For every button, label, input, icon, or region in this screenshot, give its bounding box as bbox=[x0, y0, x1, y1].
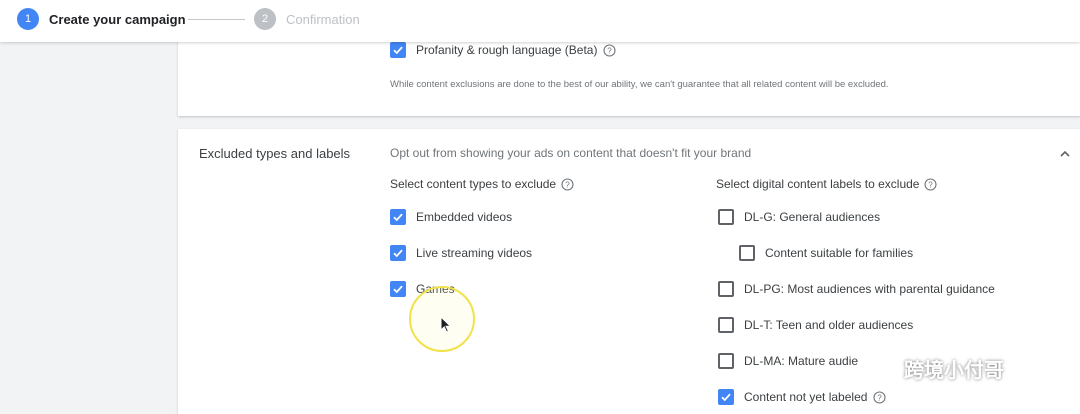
option-dl-g[interactable]: DL-G: General audiences bbox=[718, 208, 880, 226]
content-types-heading: Select content types to exclude ? bbox=[390, 177, 574, 191]
step-create-campaign[interactable]: 1 Create your campaign bbox=[17, 8, 186, 30]
checkbox-checked[interactable] bbox=[718, 389, 734, 405]
checkbox-checked[interactable] bbox=[390, 245, 406, 261]
disclaimer-text: While content exclusions are done to the… bbox=[390, 79, 889, 90]
checkbox-checked[interactable] bbox=[390, 281, 406, 297]
option-label: Live streaming videos bbox=[416, 246, 533, 260]
step-number: 1 bbox=[17, 8, 39, 30]
step-confirmation[interactable]: 2 Confirmation bbox=[254, 8, 360, 30]
section-title: Excluded types and labels bbox=[199, 146, 351, 161]
watermark-text: 跨境小付哥 bbox=[904, 359, 1004, 382]
heading-text: Select digital content labels to exclude bbox=[716, 177, 920, 191]
content-exclusions-card: Profanity & rough language (Beta) ? Whil… bbox=[178, 30, 1080, 116]
heading-text: Select content types to exclude bbox=[390, 177, 557, 191]
digital-labels-heading: Select digital content labels to exclude… bbox=[716, 177, 938, 191]
checkbox-unchecked[interactable] bbox=[718, 281, 734, 297]
checkbox-unchecked[interactable] bbox=[718, 209, 734, 225]
checkbox-unchecked[interactable] bbox=[739, 245, 755, 261]
section-description: Opt out from showing your ads on content… bbox=[390, 146, 752, 160]
option-label: DL-T: Teen and older audiences bbox=[744, 318, 914, 332]
option-dl-t[interactable]: DL-T: Teen and older audiences bbox=[718, 316, 913, 334]
option-live-streaming-videos[interactable]: Live streaming videos bbox=[390, 244, 532, 262]
svg-text:?: ? bbox=[929, 180, 934, 189]
option-content-not-yet-labeled[interactable]: Content not yet labeled ? bbox=[718, 388, 886, 406]
step-connector bbox=[188, 19, 245, 20]
profanity-option[interactable]: Profanity & rough language (Beta) ? bbox=[390, 42, 617, 58]
chevron-up-icon[interactable] bbox=[1058, 147, 1072, 161]
option-label: Embedded videos bbox=[416, 210, 513, 224]
step-number: 2 bbox=[254, 8, 276, 30]
checkbox-checked[interactable] bbox=[390, 42, 406, 58]
step-label: Create your campaign bbox=[49, 11, 186, 27]
svg-text:?: ? bbox=[608, 46, 613, 55]
option-label: Content suitable for families bbox=[765, 246, 914, 260]
watermark: 跨境小付哥 bbox=[862, 350, 1004, 386]
campaign-stepper: 1 Create your campaign 2 Confirmation bbox=[0, 0, 1080, 42]
option-label: Profanity & rough language (Beta) bbox=[416, 43, 598, 57]
help-icon[interactable]: ? bbox=[603, 43, 617, 57]
option-label: DL-PG: Most audiences with parental guid… bbox=[744, 282, 995, 296]
svg-text:?: ? bbox=[565, 180, 570, 189]
option-content-suitable-for-families[interactable]: Content suitable for families bbox=[739, 244, 913, 262]
checkbox-checked[interactable] bbox=[390, 209, 406, 225]
help-icon[interactable]: ? bbox=[873, 390, 886, 404]
option-embedded-videos[interactable]: Embedded videos bbox=[390, 208, 512, 226]
option-label: DL-G: General audiences bbox=[744, 210, 881, 224]
mouse-pointer-icon bbox=[440, 316, 452, 333]
svg-text:?: ? bbox=[878, 393, 883, 402]
help-icon[interactable]: ? bbox=[561, 177, 574, 191]
wechat-icon bbox=[863, 355, 896, 381]
checkbox-unchecked[interactable] bbox=[718, 353, 734, 369]
checkbox-unchecked[interactable] bbox=[718, 317, 734, 333]
option-dl-ma[interactable]: DL-MA: Mature audie bbox=[718, 352, 858, 370]
option-label: DL-MA: Mature audie bbox=[744, 354, 859, 368]
help-icon[interactable]: ? bbox=[924, 177, 938, 191]
step-label: Confirmation bbox=[286, 11, 360, 27]
option-dl-pg[interactable]: DL-PG: Most audiences with parental guid… bbox=[718, 280, 995, 298]
option-label: Content not yet labeled bbox=[744, 390, 868, 404]
